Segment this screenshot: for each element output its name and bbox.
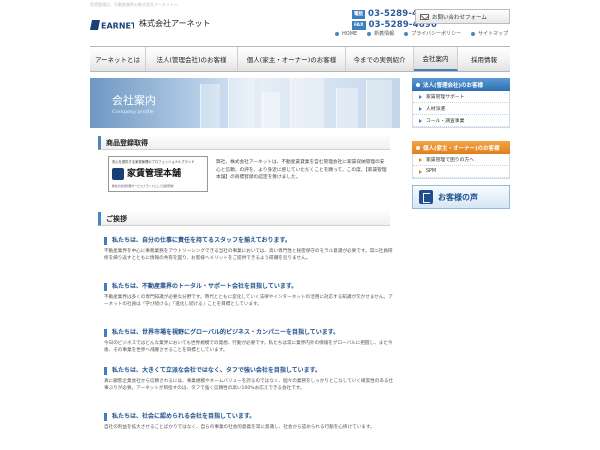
sidebar-item-rent-trouble[interactable]: 家賃管理で困りの方へ xyxy=(413,154,509,166)
bullet-icon xyxy=(471,31,476,36)
greeting-block-body: 自社の利益を拡大させることばかりではなく、自らの事業の社会的意義を常に意識し、社… xyxy=(104,425,375,430)
sidebar-item-label: コール・調査事業 xyxy=(426,119,465,124)
utility-sitemap-label: サイトマップ xyxy=(478,31,509,37)
hero-building xyxy=(336,88,358,128)
header-tagline: 家賃管理は、不動産業界の株式会社アーネットへ xyxy=(90,2,178,7)
sidebar-item-label: 家賃管理サポート xyxy=(426,95,465,100)
greeting-block-heading: 私たちは、自分の仕事に責任を持てるスタッフを揃えております。 xyxy=(104,236,394,246)
badge-name: 家賃管理本舗 xyxy=(127,169,182,179)
utility-privacy[interactable]: プライバシーポリシー xyxy=(399,30,466,37)
hero-building xyxy=(262,92,280,128)
utility-home[interactable]: HOME xyxy=(330,30,362,37)
greeting-block-body: 不動産業界を中心に事務業務をアウトソーシングできる当社の事業においては、高い専門… xyxy=(104,249,393,262)
greeting-heading: ご挨拶 xyxy=(98,212,390,226)
arrow-icon xyxy=(419,118,422,123)
page-title: 会社案内 xyxy=(112,94,156,107)
greeting-block: 私たちは、自分の仕事に責任を持てるスタッフを揃えております。 不動産業界を中心に… xyxy=(104,236,394,262)
tab-individual[interactable]: 個人(家主・オーナー)のお客様 xyxy=(238,47,346,71)
phone-badge: 電話 xyxy=(352,9,365,19)
greeting-block: 私たちは、大きくて立派な会社ではなく、タフで強い会社を目指しています。 真に顧客… xyxy=(104,366,394,392)
hero-building xyxy=(366,80,392,128)
badge-caption: 安心を提供する家賃管理のプロフェッショナルブランド xyxy=(112,160,195,164)
greeting-block-body: 今日のビジネスではどんな業界においても世界規模での発想、行動が必要です。私たちは… xyxy=(104,341,393,354)
sidebar-item-staffing[interactable]: 人材派遣 xyxy=(413,103,509,115)
sidebar-item-label: 家賃管理で困りの方へ xyxy=(426,158,474,163)
greeting-block-heading: 私たちは、大きくて立派な会社ではなく、タフで強い会社を目指しています。 xyxy=(104,366,394,376)
greeting-block: 私たちは、社会に認められる会社を目指しています。 自社の利益を拡大させることばか… xyxy=(104,412,394,431)
inquiry-label: お問い合わせフォーム xyxy=(432,14,487,21)
hero-banner: 会社案内 Company profile xyxy=(90,78,400,128)
greeting-block-heading: 私たちは、社会に認められる会社を目指しています。 xyxy=(104,412,394,422)
customer-voice-banner[interactable]: お客様の声 xyxy=(412,185,510,209)
arrow-icon xyxy=(419,94,422,99)
sidebar-item-label: SPM xyxy=(426,169,437,174)
hero-building xyxy=(200,84,220,128)
hero-building xyxy=(290,78,324,128)
greeting-block-body: 真に顧客企業会社から信頼されるには、事業規模やネームバリューを誇るのではなく、個… xyxy=(104,379,394,392)
tab-corporate[interactable]: 法人(管理会社)のお客様 xyxy=(146,47,238,71)
company-name: 株式会社アーネット xyxy=(139,19,211,28)
arrow-icon xyxy=(419,169,422,174)
utility-privacy-label: プライバシーポリシー xyxy=(411,31,462,37)
tab-company[interactable]: 会社案内 xyxy=(414,47,458,71)
logo-wordmark: EARNET xyxy=(101,22,134,31)
sidebar-item-rent-support[interactable]: 家賃管理サポート xyxy=(413,91,509,103)
utility-news-label: 新着情報 xyxy=(374,31,395,37)
trademark-text: 弊社、株式会社アーネットは、不動産賃貸業を営む管理会社に家賃収納管理の安心と信頼… xyxy=(216,160,387,181)
hero-building xyxy=(228,78,254,128)
global-nav: アーネットとは 法人(管理会社)のお客様 個人(家主・オーナー)のお客様 今まで… xyxy=(90,46,510,72)
mail-icon xyxy=(420,13,429,20)
voice-icon xyxy=(419,190,433,204)
page: 家賃管理は、不動産業界の株式会社アーネットへ EARNET 株式会社アーネット … xyxy=(0,0,600,450)
bullet-icon xyxy=(416,82,420,87)
trademark-heading: 商品登録取得 xyxy=(98,136,390,150)
sidebar-item-spm[interactable]: SPM xyxy=(413,166,509,178)
greeting-block-heading: 私たちは、不動産業界のトータル・サポート会社を目指しています。 xyxy=(104,282,394,292)
inquiry-button[interactable]: お問い合わせフォーム xyxy=(415,9,510,24)
sidebar-item-call[interactable]: コール・調査事業 xyxy=(413,115,509,127)
sidebar-individual-head[interactable]: 個人(家主・オーナー)のお客様 xyxy=(412,141,510,154)
trademark-badge: 安心を提供する家賃管理のプロフェッショナルブランド 家賃管理本舗 弊社の家賃管理… xyxy=(108,156,208,192)
tab-recruit[interactable]: 採用情報 xyxy=(458,47,510,71)
greeting-block-body: 不動産業界は多くの専門知識が必要な分野です。時代とともに変化していく法律やインタ… xyxy=(104,295,393,308)
customer-voice-label: お客様の声 xyxy=(438,192,478,202)
utility-nav: HOME 新着情報 プライバシーポリシー サイトマップ xyxy=(330,30,513,37)
sidebar-corporate-list: 家賃管理サポート 人材派遣 コール・調査事業 xyxy=(412,91,510,128)
sidebar-individual-head-label: 個人(家主・オーナー)のお客様 xyxy=(423,145,500,152)
bullet-icon xyxy=(404,31,409,36)
greeting-block-heading: 私たちは、世界市場を視野にグローバル的ビジネス・カンパニーを目指しています。 xyxy=(104,328,394,338)
arrow-icon xyxy=(419,106,422,111)
sidebar-corporate-head[interactable]: 法人(管理会社)のお客様 xyxy=(412,78,510,91)
seal-icon xyxy=(112,168,124,180)
arrow-icon xyxy=(419,157,422,162)
sidebar-item-label: 人材派遣 xyxy=(426,107,446,112)
greeting-block: 私たちは、不動産業界のトータル・サポート会社を目指しています。 不動産業界は多く… xyxy=(104,282,394,308)
sidebar-corporate-head-label: 法人(管理会社)のお客様 xyxy=(423,82,484,89)
sidebar: 法人(管理会社)のお客様 家賃管理サポート 人材派遣 コール・調査事業 個人(家… xyxy=(412,78,510,179)
bullet-icon xyxy=(335,31,339,36)
trademark-section: 安心を提供する家賃管理のプロフェッショナルブランド 家賃管理本舗 弊社の家賃管理… xyxy=(100,156,390,198)
bullet-icon xyxy=(416,145,420,150)
utility-home-label: HOME xyxy=(342,30,358,37)
sidebar-individual-list: 家賃管理で困りの方へ SPM xyxy=(412,154,510,179)
utility-news[interactable]: 新着情報 xyxy=(362,30,399,37)
page-subtitle: Company profile xyxy=(112,109,154,115)
tab-cases[interactable]: 今までの実例紹介 xyxy=(346,47,414,71)
utility-sitemap[interactable]: サイトマップ xyxy=(466,30,513,37)
company-logo[interactable]: EARNET xyxy=(90,16,134,34)
greeting-block: 私たちは、世界市場を視野にグローバル的ビジネス・カンパニーを目指しています。 今… xyxy=(104,328,394,354)
bullet-icon xyxy=(367,31,372,36)
fax-badge: FAX xyxy=(352,20,366,30)
tab-about[interactable]: アーネットとは xyxy=(90,47,146,71)
badge-footer: 弊社の家賃管理サービスブランドとして商標登録 xyxy=(112,184,174,188)
